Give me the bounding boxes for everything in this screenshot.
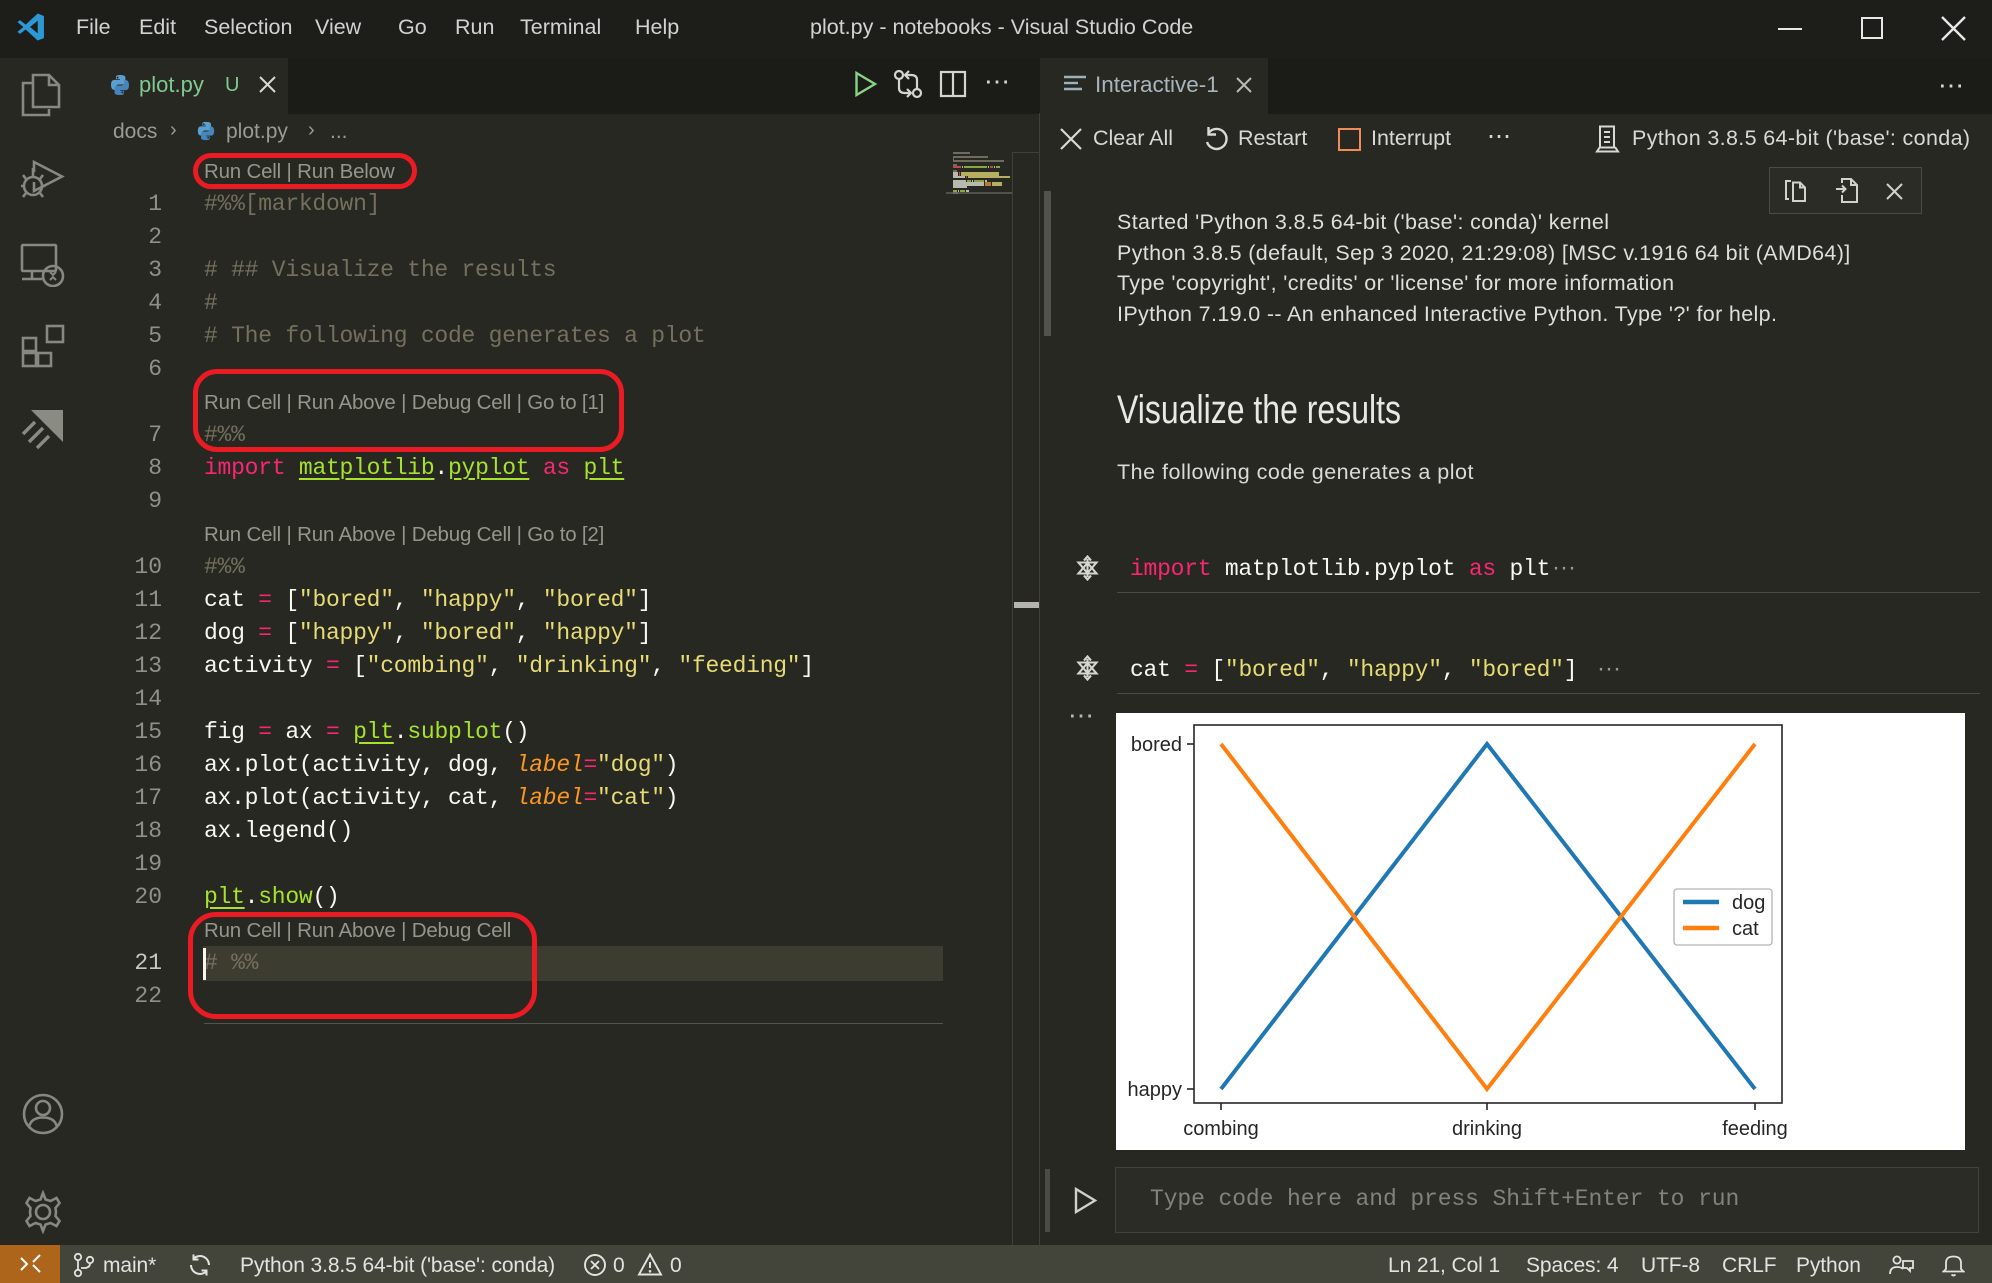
svg-text:happy: happy <box>1128 1079 1183 1101</box>
svg-text:drinking: drinking <box>1452 1118 1522 1140</box>
svg-text:combing: combing <box>1183 1118 1259 1140</box>
svg-text:dog: dog <box>1732 892 1765 914</box>
svg-text:bored: bored <box>1131 734 1182 756</box>
svg-text:cat: cat <box>1732 918 1759 940</box>
svg-text:feeding: feeding <box>1722 1118 1788 1140</box>
